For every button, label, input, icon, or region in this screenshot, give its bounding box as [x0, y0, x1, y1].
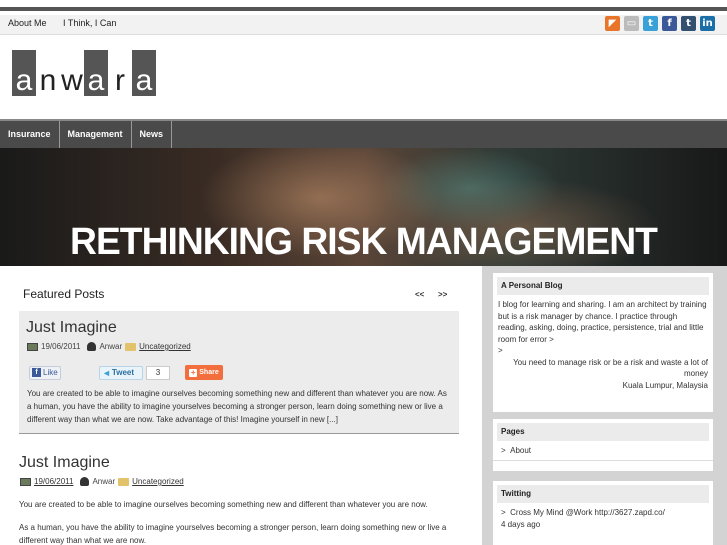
post-date: 19/06/2011: [41, 342, 81, 351]
sidebar: A Personal Blog I blog for learning and …: [482, 266, 727, 545]
post-meta: 19/06/2011 Anwar Uncategorized: [20, 477, 184, 486]
pages-widget: Pages > About: [493, 419, 713, 471]
blog-more: >: [498, 346, 503, 355]
user-icon: [80, 477, 90, 486]
top-strip: [0, 0, 727, 11]
site-header: a n w a r a: [0, 36, 727, 118]
share-button[interactable]: + Share: [185, 365, 223, 380]
share-buttons: f Like ◄ Tweet 3 + Share: [29, 365, 223, 380]
featured-post-meta: 19/06/2011 Anwar Uncategorized: [27, 342, 191, 351]
widget-title: Pages: [497, 423, 709, 441]
featured-post-excerpt: You are created to be able to imagine ou…: [27, 389, 447, 424]
featured-post: Just Imagine 19/06/2011 Anwar Uncategori…: [19, 311, 459, 434]
topnav-i-think-i-can[interactable]: I Think, I Can: [63, 18, 116, 28]
linkedin-icon[interactable]: in: [700, 16, 715, 31]
facebook-icon[interactable]: f: [662, 16, 677, 31]
topnav-about-me[interactable]: About Me: [8, 18, 47, 28]
pages-item-about[interactable]: > About: [493, 441, 713, 461]
featured-post-title[interactable]: Just Imagine: [26, 319, 117, 337]
logo-letter: n: [39, 64, 57, 97]
top-nav: About Me I Think, I Can: [8, 18, 130, 28]
widget-title: A Personal Blog: [497, 277, 709, 295]
tweet-count: 3: [146, 365, 170, 380]
folder-icon: [125, 342, 137, 351]
nav-item-news[interactable]: News: [132, 121, 173, 148]
facebook-like-button[interactable]: f Like: [29, 365, 61, 380]
featured-prev-button[interactable]: <<: [415, 290, 424, 299]
tweet-text[interactable]: > Cross My Mind @Work http://3627.zapd.c…: [501, 507, 708, 519]
facebook-icon: f: [32, 368, 41, 377]
tumblr-icon[interactable]: t: [681, 16, 696, 31]
plus-icon: +: [189, 367, 198, 377]
post-category-link[interactable]: Uncategorized: [139, 342, 191, 351]
rss-icon[interactable]: ◤: [605, 16, 620, 31]
calendar-icon: [20, 477, 31, 486]
blog-widget: A Personal Blog I blog for learning and …: [493, 273, 713, 412]
blog-location: Kuala Lumpur, Malaysia: [622, 380, 708, 390]
main-nav: Insurance Management News: [0, 119, 727, 148]
blog-description: I blog for learning and sharing. I am an…: [493, 295, 713, 395]
nav-item-management[interactable]: Management: [60, 121, 132, 148]
twitting-widget: Twitting > Cross My Mind @Work http://36…: [493, 481, 713, 545]
tweet-button[interactable]: ◄ Tweet: [99, 365, 143, 380]
logo-letter: a: [132, 50, 156, 96]
site-logo[interactable]: a n w a r a: [12, 50, 156, 96]
featured-heading: Featured Posts: [23, 287, 105, 301]
header-banner: RETHINKING RISK MANAGEMENT: [0, 148, 727, 266]
post-paragraph: As a human, you have the ability to imag…: [19, 523, 447, 545]
logo-letter: a: [84, 50, 108, 96]
post-paragraph: You are created to be able to imagine ou…: [19, 500, 428, 509]
logo-letter: w: [61, 64, 83, 97]
tweet-time: 4 days ago: [501, 519, 541, 529]
featured-next-button[interactable]: >>: [438, 290, 447, 299]
post-author: Anwar: [99, 342, 123, 351]
top-bar: About Me I Think, I Can ◤ ▭ t f t in: [0, 15, 727, 35]
logo-letter: a: [12, 50, 36, 96]
print-icon[interactable]: ▭: [624, 16, 639, 31]
post-author: Anwar: [92, 477, 116, 486]
calendar-icon: [27, 342, 38, 351]
banner-title: RETHINKING RISK MANAGEMENT: [70, 221, 658, 263]
logo-letter: r: [115, 64, 125, 97]
post-title[interactable]: Just Imagine: [19, 454, 110, 472]
post-date-link[interactable]: 19/06/2011: [34, 477, 73, 486]
twitter-icon[interactable]: t: [643, 16, 658, 31]
blog-intro: I blog for learning and sharing. I am an…: [498, 300, 707, 344]
nav-item-insurance[interactable]: Insurance: [0, 121, 60, 148]
bird-icon: ◄: [102, 367, 111, 378]
blog-quote: You need to manage risk or be a risk and…: [513, 357, 708, 379]
social-icons: ◤ ▭ t f t in: [605, 16, 715, 31]
main-content: Featured Posts << >> Just Imagine 19/06/…: [0, 266, 480, 545]
post-category-link[interactable]: Uncategorized: [132, 477, 184, 486]
user-icon: [87, 342, 97, 351]
widget-title: Twitting: [497, 485, 709, 503]
folder-icon: [118, 477, 130, 486]
tweet-item: > Cross My Mind @Work http://3627.zapd.c…: [493, 503, 713, 534]
